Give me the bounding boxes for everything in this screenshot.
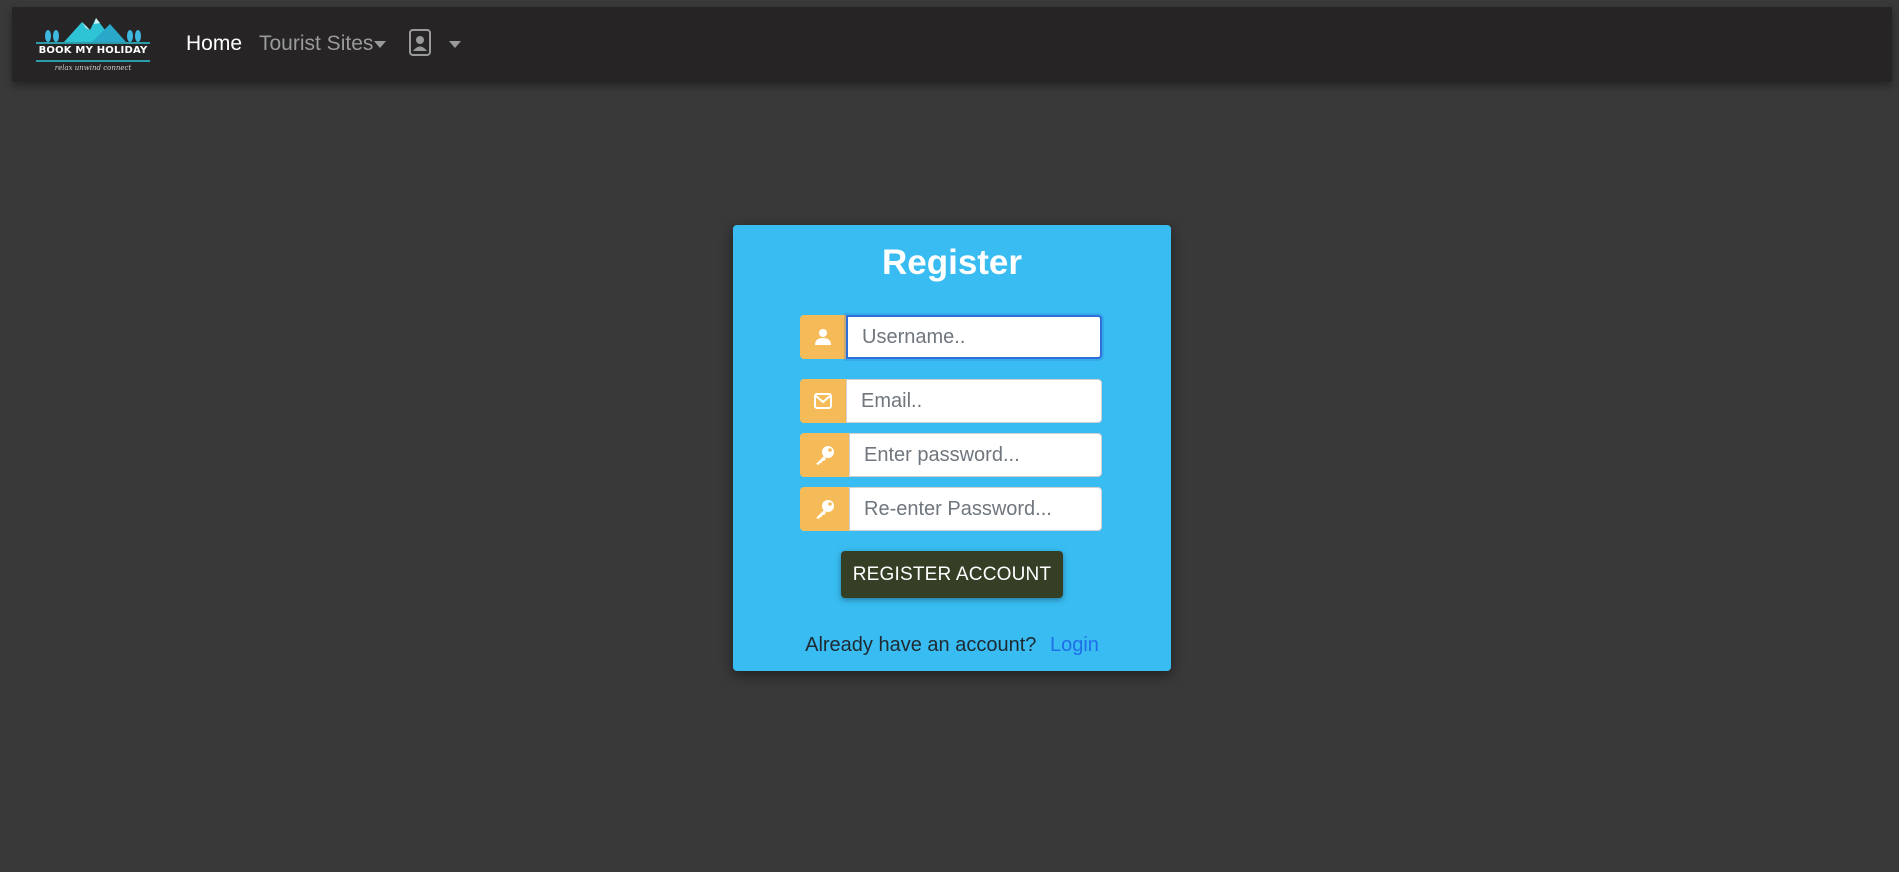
confirm-password-input[interactable]	[849, 487, 1102, 531]
nav-tourist-sites-link[interactable]: Tourist Sites	[259, 31, 373, 57]
navbar: BOOK MY HOLIDAY relax unwind connect Hom…	[12, 7, 1892, 82]
register-title: Register	[881, 243, 1023, 282]
confirm-password-group	[800, 487, 1102, 531]
profile-dropdown-caret-icon[interactable]	[449, 41, 461, 48]
email-group	[800, 379, 1102, 423]
user-icon	[800, 315, 846, 359]
mountain-logo-icon	[36, 18, 150, 44]
email-input[interactable]	[846, 379, 1102, 423]
logo-tagline: relax unwind connect	[54, 64, 132, 72]
brand-logo[interactable]: BOOK MY HOLIDAY relax unwind connect	[34, 8, 152, 78]
envelope-icon	[800, 379, 846, 423]
register-account-button[interactable]: REGISTER ACCOUNT	[841, 551, 1063, 598]
login-prompt: Already have an account? Login	[733, 632, 1171, 658]
login-prompt-text: Already have an account?	[805, 634, 1037, 656]
password-group	[800, 433, 1102, 477]
login-link[interactable]: Login	[1050, 634, 1099, 656]
logo-title: BOOK MY HOLIDAY	[38, 45, 148, 56]
register-card: Register Username.. Email.. REGISTER ACC…	[733, 225, 1171, 671]
nav-home-link[interactable]: Home	[186, 31, 242, 57]
tourist-sites-dropdown-caret-icon[interactable]	[374, 41, 386, 48]
password-input[interactable]	[849, 433, 1102, 477]
contact-card-icon[interactable]	[409, 29, 431, 56]
username-group	[800, 315, 1102, 359]
key-icon	[800, 487, 849, 531]
key-icon	[800, 433, 849, 477]
username-input[interactable]	[846, 315, 1102, 359]
